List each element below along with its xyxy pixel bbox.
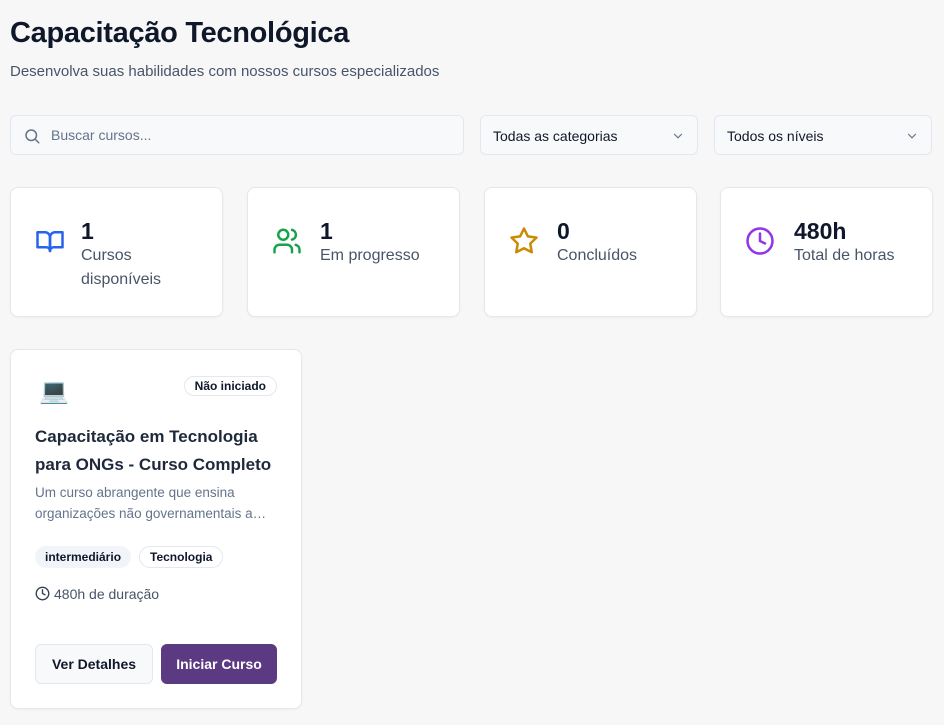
stat-card-in-progress: 1 Em progresso xyxy=(247,187,460,317)
page-title: Capacitação Tecnológica xyxy=(10,17,350,49)
clock-icon xyxy=(35,586,50,601)
course-title[interactable]: Capacitação em Tecnologia para ONGs - Cu… xyxy=(35,423,285,479)
course-duration: 480h de duração xyxy=(35,586,159,602)
stat-value: 480h xyxy=(794,218,847,244)
course-card[interactable]: 💻 Não iniciado Capacitação em Tecnologia… xyxy=(10,349,302,709)
course-description: Um curso abrangente que ensina organizaç… xyxy=(35,485,253,521)
stat-label: Concluídos xyxy=(557,247,638,264)
start-course-button[interactable]: Iniciar Curso xyxy=(161,644,277,684)
star-icon xyxy=(510,227,538,254)
level-select-value: Todos os níveis xyxy=(727,128,824,144)
category-badge: Tecnologia xyxy=(139,546,224,568)
level-select[interactable]: Todos os níveis xyxy=(714,115,932,155)
view-details-button[interactable]: Ver Detalhes xyxy=(35,644,153,684)
search-icon xyxy=(25,129,40,144)
chevron-down-icon xyxy=(907,133,917,139)
clock-icon xyxy=(746,227,774,255)
book-icon xyxy=(36,231,64,253)
stat-value: 0 xyxy=(557,218,570,244)
chevron-down-icon xyxy=(673,133,683,139)
stat-value: 1 xyxy=(81,218,94,244)
page-subtitle: Desenvolva suas habilidades com nossos c… xyxy=(10,63,440,80)
category-select-value: Todas as categorias xyxy=(493,128,618,144)
stat-label: Cursos disponíveis xyxy=(81,247,162,288)
stat-label: Total de horas xyxy=(794,247,895,264)
stat-card-hours: 480h Total de horas xyxy=(720,187,933,317)
filters-bar: Todas as categorias Todos os níveis xyxy=(10,115,932,155)
category-select[interactable]: Todas as categorias xyxy=(480,115,698,155)
stat-card-completed: 0 Concluídos xyxy=(484,187,697,317)
search-input[interactable] xyxy=(51,116,451,154)
status-badge: Não iniciado xyxy=(183,376,277,396)
stat-card-available: 1 Cursos disponíveis xyxy=(10,187,223,317)
stat-value: 1 xyxy=(320,218,333,244)
level-badge: intermediário xyxy=(35,546,132,568)
search-box[interactable] xyxy=(10,115,464,155)
laptop-icon: 💻 xyxy=(39,378,69,405)
duration-text: 480h de duração xyxy=(54,586,160,602)
stat-label: Em progresso xyxy=(320,247,420,264)
users-icon xyxy=(273,228,301,254)
